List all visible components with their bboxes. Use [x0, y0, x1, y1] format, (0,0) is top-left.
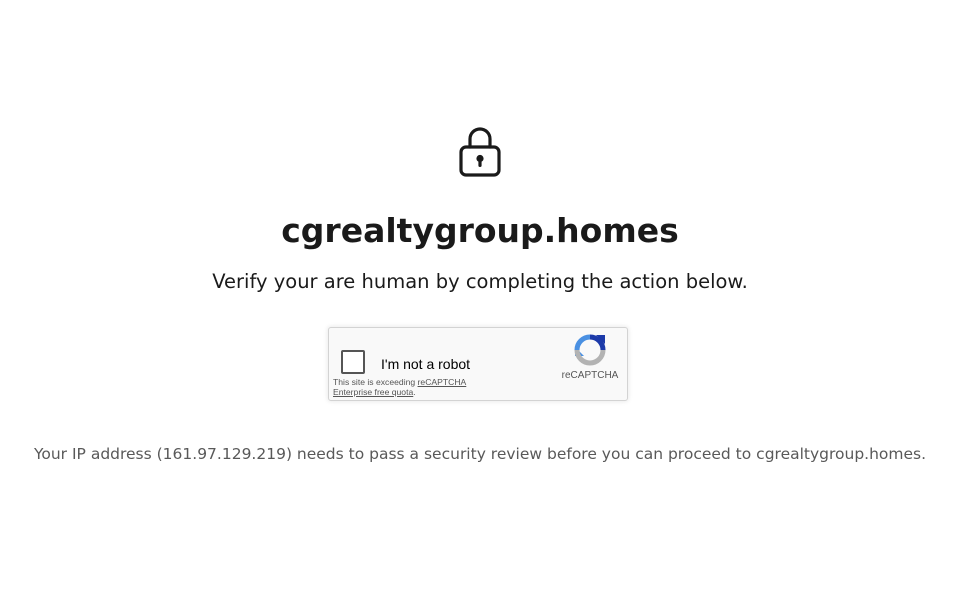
page-title: cgrealtygroup.homes: [281, 211, 679, 250]
enterprise-quota-link[interactable]: Enterprise free quota: [333, 387, 413, 397]
ip-security-notice: Your IP address (161.97.129.219) needs t…: [33, 445, 927, 463]
recaptcha-checkbox[interactable]: [341, 350, 365, 374]
quota-suffix-text: .: [413, 387, 416, 397]
recaptcha-widget: I'm not a robot This site is exceeding r…: [328, 327, 628, 401]
recaptcha-quota-link[interactable]: reCAPTCHA: [418, 377, 467, 387]
recaptcha-logo-icon[interactable]: [574, 334, 606, 366]
quota-prefix-text: This site is exceeding: [333, 377, 418, 387]
lock-icon: [459, 127, 501, 177]
recaptcha-checkbox-label: I'm not a robot: [381, 356, 471, 372]
recaptcha-quota-notice: This site is exceeding reCAPTCHA Enterpri…: [333, 377, 493, 397]
verification-instruction: Verify your are human by completing the …: [212, 270, 748, 293]
verification-page: cgrealtygroup.homes Verify your are huma…: [0, 0, 960, 600]
recaptcha-brand-label: reCAPTCHA: [561, 370, 619, 381]
